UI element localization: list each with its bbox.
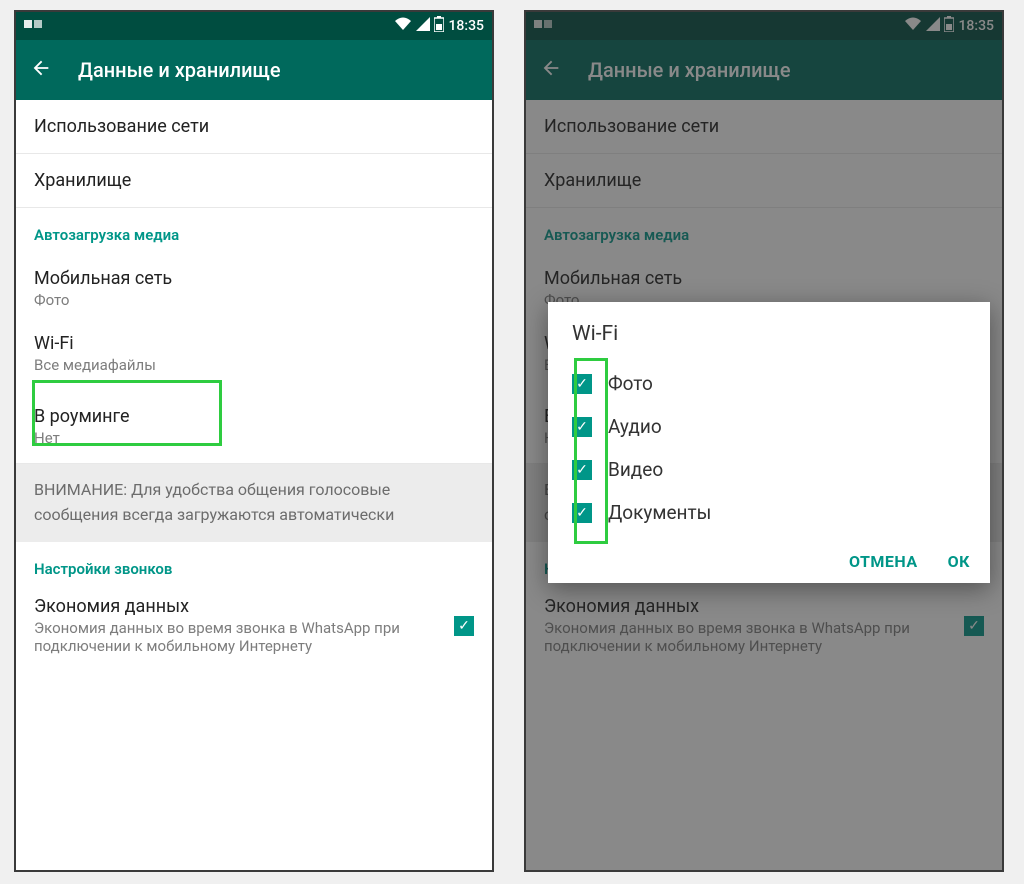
appbar-title: Данные и хранилище bbox=[78, 58, 281, 82]
checkbox-on-icon[interactable]: ✓ bbox=[572, 503, 592, 523]
row-label: Wi-Fi bbox=[34, 333, 474, 354]
statusbar: 18:35 bbox=[16, 12, 492, 40]
dialog-item-label: Документы bbox=[608, 501, 711, 524]
row-label: В роуминге bbox=[34, 406, 474, 427]
phone-left: 18:35 Данные и хранилище Использование с… bbox=[14, 10, 494, 872]
row-sublabel: Фото bbox=[34, 291, 474, 309]
checkbox-on-icon[interactable]: ✓ bbox=[454, 616, 474, 636]
sim-icon bbox=[24, 18, 44, 34]
row-network-usage[interactable]: Использование сети bbox=[16, 100, 492, 154]
settings-list: Использование сети Хранилище Автозагрузк… bbox=[16, 100, 492, 673]
checkbox-on-icon[interactable]: ✓ bbox=[572, 417, 592, 437]
back-icon[interactable] bbox=[30, 57, 52, 84]
appbar: Данные и хранилище bbox=[16, 40, 492, 100]
checkbox-on-icon[interactable]: ✓ bbox=[572, 374, 592, 394]
row-label: Использование сети bbox=[34, 116, 474, 137]
ok-button[interactable]: ОК bbox=[948, 552, 970, 571]
info-note: ВНИМАНИЕ: Для удобства общения голосовые… bbox=[16, 464, 492, 542]
dialog-item-label: Фото bbox=[608, 372, 653, 395]
dialog-item[interactable]: ✓ Аудио bbox=[572, 405, 970, 448]
row-label: Мобильная сеть bbox=[34, 268, 474, 289]
wifi-icon bbox=[394, 17, 412, 35]
dialog-title: Wi-Fi bbox=[572, 322, 970, 346]
row-label: Хранилище bbox=[34, 170, 474, 191]
wifi-dialog: Wi-Fi ✓ Фото ✓ Аудио ✓ Видео ✓ Документы… bbox=[548, 302, 990, 583]
dialog-actions: ОТМЕНА ОК bbox=[572, 552, 970, 571]
row-roaming[interactable]: В роуминге Нет bbox=[16, 390, 492, 464]
section-call-settings: Настройки звонков bbox=[16, 542, 492, 586]
row-label: Экономия данных bbox=[34, 596, 404, 617]
signal-icon bbox=[416, 17, 430, 35]
dialog-item[interactable]: ✓ Документы bbox=[572, 491, 970, 534]
phone-right: 18:35 Данные и хранилище Использование с… bbox=[524, 10, 1004, 872]
dialog-item[interactable]: ✓ Фото bbox=[572, 362, 970, 405]
status-time: 18:35 bbox=[448, 18, 484, 34]
row-wifi[interactable]: Wi-Fi Все медиафайлы bbox=[16, 317, 492, 390]
dialog-item-label: Видео bbox=[608, 458, 663, 481]
row-low-data[interactable]: Экономия данных Экономия данных во время… bbox=[16, 586, 492, 673]
row-mobile[interactable]: Мобильная сеть Фото bbox=[16, 252, 492, 317]
dialog-item[interactable]: ✓ Видео bbox=[572, 448, 970, 491]
dialog-item-label: Аудио bbox=[608, 415, 662, 438]
section-autodownload: Автозагрузка медиа bbox=[16, 208, 492, 252]
cancel-button[interactable]: ОТМЕНА bbox=[849, 552, 918, 571]
row-sublabel: Все медиафайлы bbox=[34, 356, 474, 374]
row-sublabel: Нет bbox=[34, 429, 474, 447]
battery-icon bbox=[434, 16, 444, 36]
row-storage[interactable]: Хранилище bbox=[16, 154, 492, 208]
checkbox-on-icon[interactable]: ✓ bbox=[572, 460, 592, 480]
row-sublabel: Экономия данных во время звонка в WhatsA… bbox=[34, 619, 404, 655]
